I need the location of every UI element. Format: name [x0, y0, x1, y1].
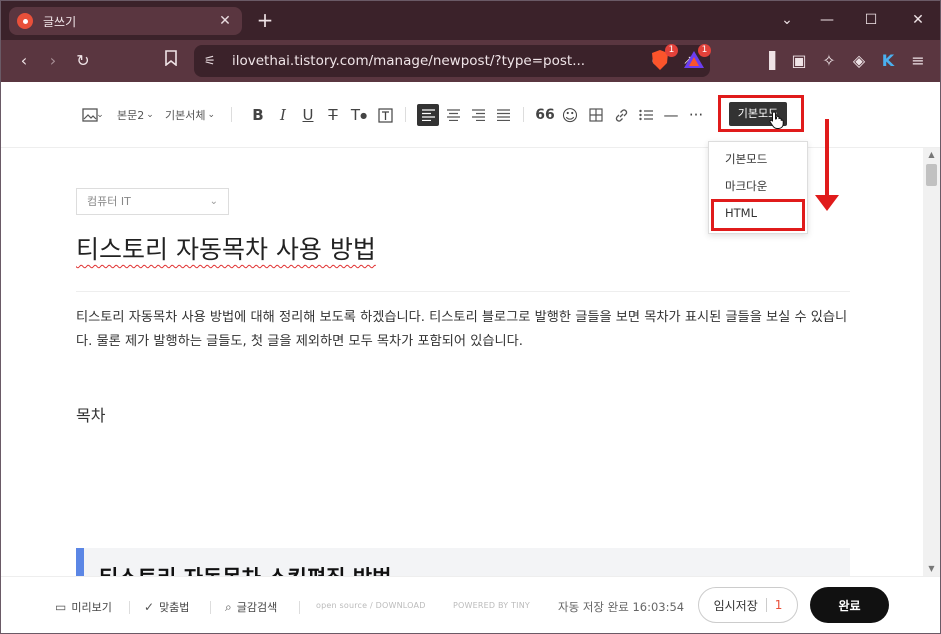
chevron-down-icon: ⌄ — [209, 196, 218, 207]
body-paragraph[interactable]: 티스토리 자동목차 사용 방법에 대해 정리해 보도록 하겠습니다. 티스토리 … — [76, 306, 852, 354]
open-source-link[interactable]: open source / DOWNLOAD — [316, 601, 426, 610]
quote-icon[interactable]: 66 — [534, 104, 556, 126]
align-left-icon[interactable] — [417, 104, 439, 126]
post-title-input[interactable]: 티스토리 자동목차 사용 방법 — [76, 230, 376, 266]
footer-divider — [129, 601, 130, 614]
hand-cursor-icon — [769, 111, 784, 129]
close-tab-icon[interactable]: ✕ — [216, 13, 234, 29]
minimize-button[interactable]: — — [813, 9, 841, 31]
sidebar-toggle-icon[interactable]: ▐ — [758, 50, 780, 72]
editor-scrollbar[interactable]: ▲ ▼ — [923, 148, 940, 576]
browser-window: 글쓰기 ✕ + ⌄ — ☐ ✕ ‹ › ↻ ⚟ ilovethai.tistor… — [0, 0, 941, 634]
chevron-down-icon: ⌄ — [207, 110, 216, 120]
emoticon-icon[interactable]: ☺ — [559, 104, 581, 126]
category-select[interactable]: 컴퓨터 IT ⌄ — [76, 188, 229, 215]
strikethrough-icon[interactable]: T — [322, 104, 344, 126]
monitor-icon: ▭ — [55, 600, 67, 614]
align-justify-icon[interactable] — [492, 104, 514, 126]
maximize-button[interactable]: ☐ — [857, 9, 885, 31]
list-icon[interactable] — [635, 104, 657, 126]
chevron-down-icon: ⌄ — [146, 110, 154, 120]
tab-title: 글쓰기 — [43, 14, 77, 29]
publish-button[interactable]: 완료 — [810, 587, 889, 623]
toc-heading[interactable]: 목차 — [76, 402, 105, 426]
url-text[interactable]: ilovethai.tistory.com/manage/newpost/?ty… — [232, 53, 646, 69]
text-background-icon[interactable] — [374, 104, 396, 126]
content-search-label: 글감검색 — [236, 601, 278, 614]
powered-by-tiny: POWERED BY TINY — [453, 601, 530, 610]
autosave-status: 자동 저장 완료 16:03:54 — [558, 600, 685, 614]
editor-document[interactable]: 컴퓨터 IT ⌄ 티스토리 자동목차 사용 방법 티스토리 자동목차 사용 방법… — [1, 148, 923, 576]
image-dropdown-chevron-icon[interactable]: ⌄ — [95, 104, 105, 126]
content-search-button[interactable]: ⌕ 글감검색 — [225, 599, 277, 615]
menu-icon[interactable]: ≡ — [907, 50, 929, 72]
underline-icon[interactable]: U — [297, 104, 319, 126]
scroll-up-icon[interactable]: ▲ — [923, 148, 940, 162]
mode-button-highlight-box — [718, 95, 804, 132]
scroll-thumb[interactable] — [926, 164, 937, 186]
scroll-down-icon[interactable]: ▼ — [923, 562, 940, 576]
footer-divider — [210, 601, 211, 614]
extension-k-icon[interactable]: K — [877, 50, 899, 72]
wallet-icon[interactable]: ▣ — [788, 50, 810, 72]
spellcheck-button[interactable]: ✓ 맞춤법 — [144, 599, 189, 615]
reload-icon[interactable]: ↻ — [72, 50, 94, 72]
save-draft-button[interactable]: 임시저장 1 — [698, 587, 798, 623]
category-label: 컴퓨터 IT — [87, 195, 131, 208]
tab-search-chevron-icon[interactable]: ⌄ — [773, 9, 801, 31]
leo-ai-icon[interactable]: ✧ — [818, 50, 840, 72]
tistory-favicon-icon — [17, 13, 33, 29]
title-divider — [76, 291, 850, 292]
italic-icon[interactable]: I — [272, 104, 294, 126]
horizontal-line-icon[interactable]: — — [660, 104, 682, 126]
font-family-select[interactable]: 기본서체 ⌄ — [165, 104, 215, 126]
tab-active[interactable]: 글쓰기 ✕ — [9, 7, 242, 35]
preview-label: 미리보기 — [71, 601, 112, 614]
brave-rewards-badge: 1 — [698, 44, 711, 57]
brave-shields-badge: 1 — [665, 44, 678, 57]
table-icon[interactable] — [585, 104, 607, 126]
draft-divider — [765, 598, 767, 612]
font-family-label: 기본서체 — [165, 109, 206, 122]
new-tab-button[interactable]: + — [254, 10, 276, 32]
bookmark-icon[interactable] — [160, 50, 182, 72]
tab-strip: 글쓰기 ✕ + ⌄ — ☐ ✕ — [1, 1, 940, 40]
toolbar-divider — [523, 107, 524, 122]
spellcheck-icon: ✓ — [144, 600, 155, 614]
heading2-block[interactable]: 티스토리 자동목차 스킨편집 방법 — [76, 548, 850, 576]
close-window-button[interactable]: ✕ — [904, 9, 932, 31]
search-document-icon: ⌕ — [225, 599, 232, 614]
draft-count: 1 — [774, 598, 783, 612]
editor-footer: ▭ 미리보기 ✓ 맞춤법 ⌕ 글감검색 open source / DOWNLO… — [1, 576, 940, 633]
brave-rewards-icon[interactable]: 1 — [683, 44, 711, 71]
paragraph-style-select[interactable]: 본문2 ⌄ — [117, 104, 154, 126]
site-settings-icon[interactable]: ⚟ — [204, 54, 224, 69]
preview-button[interactable]: ▭ 미리보기 — [55, 599, 112, 615]
address-bar[interactable]: ⚟ ilovethai.tistory.com/manage/newpost/?… — [194, 45, 710, 77]
paragraph-style-label: 본문2 — [117, 109, 145, 122]
heading2-text: 티스토리 자동목차 스킨편집 방법 — [99, 562, 391, 576]
save-draft-label: 임시저장 — [713, 598, 758, 613]
back-icon[interactable]: ‹ — [13, 50, 35, 72]
align-right-icon[interactable] — [467, 104, 489, 126]
align-center-icon[interactable] — [442, 104, 464, 126]
navigation-bar: ‹ › ↻ ⚟ ilovethai.tistory.com/manage/new… — [1, 40, 940, 82]
more-options-icon[interactable]: ··· — [685, 104, 707, 126]
spellcheck-label: 맞춤법 — [159, 601, 190, 614]
footer-divider — [299, 601, 300, 614]
vpn-icon[interactable]: ◈ — [848, 50, 870, 72]
forward-icon[interactable]: › — [42, 50, 64, 72]
link-icon[interactable] — [610, 104, 632, 126]
text-color-icon[interactable]: T ● — [348, 104, 370, 126]
toolbar-divider — [405, 107, 406, 122]
bold-icon[interactable]: B — [247, 104, 269, 126]
toolbar-divider — [231, 107, 232, 122]
brave-shields-icon[interactable]: 1 — [650, 44, 678, 71]
